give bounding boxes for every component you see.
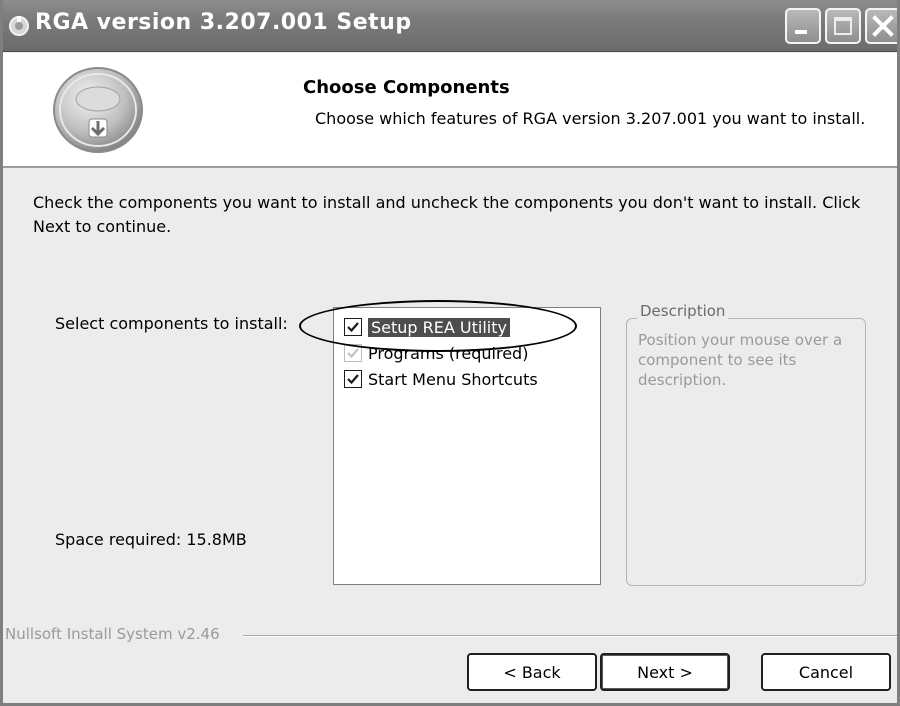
page-subtitle: Choose which features of RGA version 3.2…: [315, 109, 866, 128]
window-title: RGA version 3.207.001 Setup: [35, 10, 412, 35]
space-required-label: Space required: 15.8MB: [55, 530, 247, 549]
component-start-menu-shortcuts[interactable]: Start Menu Shortcuts: [344, 367, 538, 391]
instructions-text: Check the components you want to install…: [33, 193, 861, 236]
title-bar[interactable]: RGA version 3.207.001 Setup: [3, 0, 897, 52]
checkmark-icon: [347, 322, 359, 333]
setup-rea-utility-checkbox[interactable]: [344, 318, 362, 336]
installer-disk-icon: [53, 67, 143, 153]
component-setup-rea-utility[interactable]: Setup REA Utility: [344, 315, 510, 339]
installer-icon: [9, 16, 29, 36]
programs-checkbox: [344, 344, 362, 362]
description-legend: Description: [637, 302, 729, 320]
back-button[interactable]: < Back: [467, 653, 597, 691]
page-title: Choose Components: [303, 77, 510, 98]
minimize-icon: [795, 30, 807, 34]
close-button[interactable]: [865, 8, 897, 44]
footer-divider: [243, 635, 897, 637]
maximize-icon: [834, 17, 852, 35]
component-label: Setup REA Utility: [368, 317, 510, 337]
component-label: Start Menu Shortcuts: [368, 369, 538, 389]
description-text: Position your mouse over a component to …: [638, 331, 843, 389]
component-label: Programs (required): [368, 343, 529, 363]
cancel-button[interactable]: Cancel: [761, 653, 891, 691]
page-header: Choose Components Choose which features …: [3, 53, 897, 168]
minimize-button[interactable]: [785, 8, 821, 44]
close-icon: [872, 15, 894, 37]
next-button[interactable]: Next >: [600, 653, 730, 691]
checkmark-icon: [347, 374, 359, 385]
checkmark-icon: [347, 348, 359, 359]
start-menu-shortcuts-checkbox[interactable]: [344, 370, 362, 388]
nsis-branding: Nullsoft Install System v2.46: [5, 625, 226, 643]
components-list[interactable]: Setup REA Utility Programs (required) St…: [333, 307, 601, 585]
installer-window: RGA version 3.207.001 Setup Choose Compo…: [0, 0, 900, 706]
maximize-button[interactable]: [825, 8, 861, 44]
select-components-label: Select components to install:: [55, 314, 288, 333]
component-programs: Programs (required): [344, 341, 528, 365]
